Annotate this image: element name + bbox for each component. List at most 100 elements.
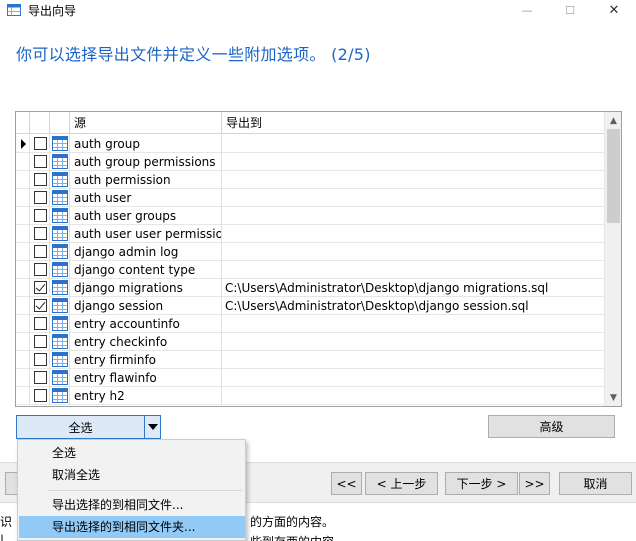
menu-item-export-same-folder[interactable]: 导出选择的到相同文件夹... bbox=[19, 516, 245, 538]
row-target-path[interactable] bbox=[222, 225, 604, 243]
row-target-path[interactable] bbox=[222, 153, 604, 171]
minimize-button[interactable]: — bbox=[507, 0, 547, 20]
row-check-cell bbox=[30, 135, 50, 153]
first-step-button[interactable]: << bbox=[331, 472, 362, 495]
previous-step-button[interactable]: < 上一步 bbox=[365, 472, 438, 495]
table-icon bbox=[52, 154, 68, 169]
advanced-button[interactable]: 高级 bbox=[488, 415, 615, 438]
cancel-button[interactable]: 取消 bbox=[559, 472, 632, 495]
table-icon bbox=[52, 208, 68, 223]
row-checkbox[interactable] bbox=[34, 209, 47, 222]
table-row[interactable]: auth user bbox=[16, 189, 604, 207]
minimize-icon: — bbox=[521, 3, 533, 17]
table-icon bbox=[52, 244, 68, 259]
row-target-path[interactable] bbox=[222, 369, 604, 387]
maximize-button[interactable]: ☐ bbox=[550, 0, 590, 20]
row-source-name: auth permission bbox=[70, 171, 222, 189]
row-target-path[interactable] bbox=[222, 387, 604, 405]
row-target-path[interactable] bbox=[222, 207, 604, 225]
row-target-path[interactable] bbox=[222, 261, 604, 279]
row-indicator bbox=[16, 225, 30, 243]
menu-item-export-same-file[interactable]: 导出选择的到相同文件... bbox=[19, 494, 245, 516]
row-target-path[interactable] bbox=[222, 171, 604, 189]
row-icon-cell bbox=[50, 135, 70, 153]
row-indicator bbox=[16, 387, 30, 405]
header-indicator-cell bbox=[16, 112, 30, 134]
table-row[interactable]: django session C:\Users\Administrator\Des… bbox=[16, 297, 604, 315]
column-header-source[interactable]: 源 bbox=[70, 112, 222, 134]
row-checkbox[interactable] bbox=[34, 335, 47, 348]
row-source-name: entry flawinfo bbox=[70, 369, 222, 387]
row-check-cell bbox=[30, 333, 50, 351]
menu-item-deselect-all[interactable]: 取消全选 bbox=[19, 464, 245, 486]
row-target-path[interactable] bbox=[222, 189, 604, 207]
row-source-name: django session bbox=[70, 297, 222, 315]
row-checkbox[interactable] bbox=[34, 371, 47, 384]
row-indicator bbox=[16, 153, 30, 171]
row-checkbox[interactable] bbox=[34, 353, 47, 366]
row-check-cell bbox=[30, 153, 50, 171]
row-check-cell bbox=[30, 171, 50, 189]
vertical-scrollbar[interactable]: ▲ ▼ bbox=[604, 112, 621, 406]
scroll-down-icon[interactable]: ▼ bbox=[605, 389, 621, 406]
column-header-target[interactable]: 导出到 bbox=[222, 112, 604, 134]
next-step-button[interactable]: 下一步 > bbox=[445, 472, 518, 495]
table-row[interactable]: entry accountinfo bbox=[16, 315, 604, 333]
row-checkbox[interactable] bbox=[34, 317, 47, 330]
table-icon bbox=[52, 226, 68, 241]
table-row[interactable]: auth group permissions bbox=[16, 153, 604, 171]
row-checkbox[interactable] bbox=[34, 281, 47, 294]
scroll-up-icon[interactable]: ▲ bbox=[605, 112, 621, 129]
row-target-path[interactable]: C:\Users\Administrator\Desktop\django se… bbox=[222, 297, 604, 315]
row-check-cell bbox=[30, 225, 50, 243]
row-target-path[interactable] bbox=[222, 243, 604, 261]
close-button[interactable]: ✕ bbox=[594, 0, 634, 20]
table-row[interactable]: auth permission bbox=[16, 171, 604, 189]
row-checkbox[interactable] bbox=[34, 191, 47, 204]
row-checkbox[interactable] bbox=[34, 173, 47, 186]
select-all-dropdown-button[interactable] bbox=[144, 415, 161, 439]
table-row[interactable]: entry checkinfo bbox=[16, 333, 604, 351]
row-source-name: auth group permissions bbox=[70, 153, 222, 171]
table-icon bbox=[52, 280, 68, 295]
row-checkbox[interactable] bbox=[34, 389, 47, 402]
table-row[interactable]: entry firminfo bbox=[16, 351, 604, 369]
scroll-thumb[interactable] bbox=[607, 129, 620, 223]
row-checkbox[interactable] bbox=[34, 299, 47, 312]
table-row[interactable]: entry h2 bbox=[16, 387, 604, 405]
row-icon-cell bbox=[50, 189, 70, 207]
row-indicator bbox=[16, 315, 30, 333]
row-checkbox[interactable] bbox=[34, 155, 47, 168]
row-checkbox[interactable] bbox=[34, 227, 47, 240]
row-icon-cell bbox=[50, 297, 70, 315]
row-source-name: auth user bbox=[70, 189, 222, 207]
grid-header: 源 导出到 bbox=[16, 112, 604, 134]
row-icon-cell bbox=[50, 153, 70, 171]
table-row[interactable]: auth user user permissions bbox=[16, 225, 604, 243]
row-target-path[interactable] bbox=[222, 351, 604, 369]
select-all-button[interactable]: 全选 bbox=[16, 415, 145, 439]
menu-item-select-all[interactable]: 全选 bbox=[19, 442, 245, 464]
last-step-button[interactable]: >> bbox=[519, 472, 550, 495]
row-source-name: auth group bbox=[70, 135, 222, 153]
window-title: 导出向导 bbox=[28, 4, 77, 18]
header-check-cell bbox=[30, 112, 50, 134]
row-checkbox[interactable] bbox=[34, 137, 47, 150]
row-source-name: auth user user permissions bbox=[70, 225, 222, 243]
table-row[interactable]: django admin log bbox=[16, 243, 604, 261]
row-checkbox[interactable] bbox=[34, 245, 47, 258]
row-target-path[interactable] bbox=[222, 315, 604, 333]
row-checkbox[interactable] bbox=[34, 263, 47, 276]
page-heading: 你可以选择导出文件并定义一些附加选项。 (2/5) bbox=[16, 45, 371, 64]
row-source-name: django content type bbox=[70, 261, 222, 279]
table-row[interactable]: auth group bbox=[16, 135, 604, 153]
row-target-path[interactable]: C:\Users\Administrator\Desktop\django mi… bbox=[222, 279, 604, 297]
row-icon-cell bbox=[50, 207, 70, 225]
row-target-path[interactable] bbox=[222, 135, 604, 153]
table-row[interactable]: django migrations C:\Users\Administrator\… bbox=[16, 279, 604, 297]
table-row[interactable]: entry flawinfo bbox=[16, 369, 604, 387]
table-row[interactable]: auth user groups bbox=[16, 207, 604, 225]
table-row[interactable]: django content type bbox=[16, 261, 604, 279]
row-target-path[interactable] bbox=[222, 333, 604, 351]
description-line-2-tail: 些到存西的内容 bbox=[250, 533, 334, 541]
